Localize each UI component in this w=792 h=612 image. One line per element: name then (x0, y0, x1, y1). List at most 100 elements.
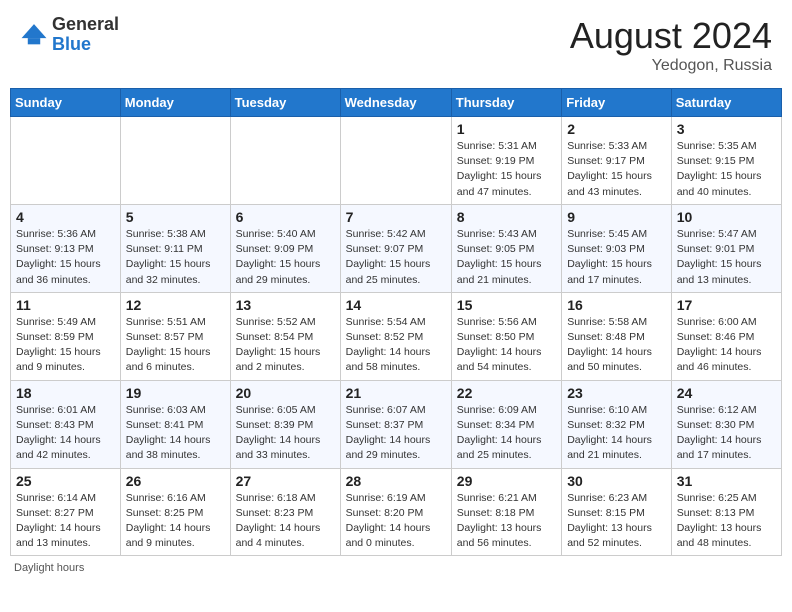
calendar-cell (11, 117, 121, 205)
day-info: Sunrise: 5:43 AMSunset: 9:05 PMDaylight:… (457, 227, 556, 288)
day-info: Sunrise: 6:09 AMSunset: 8:34 PMDaylight:… (457, 403, 556, 464)
day-of-week-header: Wednesday (340, 89, 451, 117)
day-number: 23 (567, 385, 666, 401)
day-number: 16 (567, 297, 666, 313)
day-number: 10 (677, 209, 776, 225)
day-number: 19 (126, 385, 225, 401)
day-of-week-header: Saturday (671, 89, 781, 117)
day-info: Sunrise: 5:38 AMSunset: 9:11 PMDaylight:… (126, 227, 225, 288)
calendar-cell: 30 Sunrise: 6:23 AMSunset: 8:15 PMDayligh… (562, 468, 672, 556)
day-number: 26 (126, 473, 225, 489)
daylight-hours-label: Daylight hours (14, 562, 84, 574)
day-number: 12 (126, 297, 225, 313)
calendar-table: SundayMondayTuesdayWednesdayThursdayFrid… (10, 88, 782, 556)
calendar-cell: 3 Sunrise: 5:35 AMSunset: 9:15 PMDaylight… (671, 117, 781, 205)
calendar-cell: 31 Sunrise: 6:25 AMSunset: 8:13 PMDayligh… (671, 468, 781, 556)
day-info: Sunrise: 5:31 AMSunset: 9:19 PMDaylight:… (457, 139, 556, 200)
calendar-cell: 19 Sunrise: 6:03 AMSunset: 8:41 PMDayligh… (120, 380, 230, 468)
calendar-cell: 14 Sunrise: 5:54 AMSunset: 8:52 PMDayligh… (340, 292, 451, 380)
calendar-cell: 16 Sunrise: 5:58 AMSunset: 8:48 PMDayligh… (562, 292, 672, 380)
day-info: Sunrise: 6:19 AMSunset: 8:20 PMDaylight:… (346, 491, 446, 552)
day-info: Sunrise: 6:14 AMSunset: 8:27 PMDaylight:… (16, 491, 115, 552)
calendar-cell: 20 Sunrise: 6:05 AMSunset: 8:39 PMDayligh… (230, 380, 340, 468)
day-number: 2 (567, 121, 666, 137)
day-info: Sunrise: 6:12 AMSunset: 8:30 PMDaylight:… (677, 403, 776, 464)
day-number: 3 (677, 121, 776, 137)
day-number: 18 (16, 385, 115, 401)
day-number: 14 (346, 297, 446, 313)
day-number: 13 (236, 297, 335, 313)
day-info: Sunrise: 5:36 AMSunset: 9:13 PMDaylight:… (16, 227, 115, 288)
calendar-week-row: 11 Sunrise: 5:49 AMSunset: 8:59 PMDayligh… (11, 292, 782, 380)
calendar-header-row: SundayMondayTuesdayWednesdayThursdayFrid… (11, 89, 782, 117)
logo-blue: Blue (52, 35, 119, 55)
day-number: 22 (457, 385, 556, 401)
calendar-cell: 15 Sunrise: 5:56 AMSunset: 8:50 PMDayligh… (451, 292, 561, 380)
month-year: August 2024 (570, 15, 772, 57)
day-number: 15 (457, 297, 556, 313)
logo-text: General Blue (52, 15, 119, 55)
calendar-cell: 5Sunrise: 5:38 AMSunset: 9:11 PMDaylight… (120, 204, 230, 292)
calendar-cell: 2 Sunrise: 5:33 AMSunset: 9:17 PMDaylight… (562, 117, 672, 205)
day-info: Sunrise: 5:42 AMSunset: 9:07 PMDaylight:… (346, 227, 446, 288)
day-number: 1 (457, 121, 556, 137)
day-info: Sunrise: 5:35 AMSunset: 9:15 PMDaylight:… (677, 139, 776, 200)
day-number: 29 (457, 473, 556, 489)
calendar-cell: 11 Sunrise: 5:49 AMSunset: 8:59 PMDayligh… (11, 292, 121, 380)
title-block: August 2024 Yedogon, Russia (570, 15, 772, 75)
day-number: 6 (236, 209, 335, 225)
day-info: Sunrise: 6:25 AMSunset: 8:13 PMDaylight:… (677, 491, 776, 552)
day-info: Sunrise: 5:45 AMSunset: 9:03 PMDaylight:… (567, 227, 666, 288)
day-number: 31 (677, 473, 776, 489)
day-info: Sunrise: 6:00 AMSunset: 8:46 PMDaylight:… (677, 315, 776, 376)
calendar-cell: 27Sunrise: 6:18 AMSunset: 8:23 PMDayligh… (230, 468, 340, 556)
day-of-week-header: Sunday (11, 89, 121, 117)
day-number: 30 (567, 473, 666, 489)
day-info: Sunrise: 6:21 AMSunset: 8:18 PMDaylight:… (457, 491, 556, 552)
day-info: Sunrise: 6:23 AMSunset: 8:15 PMDaylight:… (567, 491, 666, 552)
day-info: Sunrise: 6:03 AMSunset: 8:41 PMDaylight:… (126, 403, 225, 464)
day-info: Sunrise: 5:47 AMSunset: 9:01 PMDaylight:… (677, 227, 776, 288)
calendar-cell: 29 Sunrise: 6:21 AMSunset: 8:18 PMDayligh… (451, 468, 561, 556)
calendar-cell: 12Sunrise: 5:51 AMSunset: 8:57 PMDayligh… (120, 292, 230, 380)
page-header: General Blue August 2024 Yedogon, Russia (10, 10, 782, 80)
day-info: Sunrise: 5:33 AMSunset: 9:17 PMDaylight:… (567, 139, 666, 200)
calendar-cell: 10 Sunrise: 5:47 AMSunset: 9:01 PMDayligh… (671, 204, 781, 292)
calendar-footer: Daylight hours (10, 562, 782, 574)
calendar-cell: 23 Sunrise: 6:10 AMSunset: 8:32 PMDayligh… (562, 380, 672, 468)
calendar-cell: 4 Sunrise: 5:36 AMSunset: 9:13 PMDaylight… (11, 204, 121, 292)
day-info: Sunrise: 6:16 AMSunset: 8:25 PMDaylight:… (126, 491, 225, 552)
calendar-cell: 7 Sunrise: 5:42 AMSunset: 9:07 PMDaylight… (340, 204, 451, 292)
day-info: Sunrise: 6:10 AMSunset: 8:32 PMDaylight:… (567, 403, 666, 464)
calendar-cell: 17 Sunrise: 6:00 AMSunset: 8:46 PMDayligh… (671, 292, 781, 380)
day-number: 28 (346, 473, 446, 489)
calendar-week-row: 1 Sunrise: 5:31 AMSunset: 9:19 PMDaylight… (11, 117, 782, 205)
day-info: Sunrise: 6:07 AMSunset: 8:37 PMDaylight:… (346, 403, 446, 464)
logo-icon (20, 21, 48, 49)
day-info: Sunrise: 5:40 AMSunset: 9:09 PMDaylight:… (236, 227, 335, 288)
day-info: Sunrise: 5:58 AMSunset: 8:48 PMDaylight:… (567, 315, 666, 376)
calendar-cell (120, 117, 230, 205)
day-info: Sunrise: 5:52 AMSunset: 8:54 PMDaylight:… (236, 315, 335, 376)
day-number: 11 (16, 297, 115, 313)
day-info: Sunrise: 6:05 AMSunset: 8:39 PMDaylight:… (236, 403, 335, 464)
day-info: Sunrise: 5:49 AMSunset: 8:59 PMDaylight:… (16, 315, 115, 376)
day-number: 4 (16, 209, 115, 225)
day-number: 9 (567, 209, 666, 225)
day-number: 21 (346, 385, 446, 401)
day-number: 8 (457, 209, 556, 225)
day-number: 7 (346, 209, 446, 225)
day-number: 17 (677, 297, 776, 313)
day-of-week-header: Friday (562, 89, 672, 117)
day-number: 27 (236, 473, 335, 489)
day-info: Sunrise: 5:54 AMSunset: 8:52 PMDaylight:… (346, 315, 446, 376)
calendar-cell: 25Sunrise: 6:14 AMSunset: 8:27 PMDayligh… (11, 468, 121, 556)
day-info: Sunrise: 5:56 AMSunset: 8:50 PMDaylight:… (457, 315, 556, 376)
logo: General Blue (20, 15, 119, 55)
location: Yedogon, Russia (570, 57, 772, 75)
calendar-cell: 8 Sunrise: 5:43 AMSunset: 9:05 PMDaylight… (451, 204, 561, 292)
day-of-week-header: Monday (120, 89, 230, 117)
calendar-cell: 28 Sunrise: 6:19 AMSunset: 8:20 PMDayligh… (340, 468, 451, 556)
day-number: 20 (236, 385, 335, 401)
calendar-week-row: 18Sunrise: 6:01 AMSunset: 8:43 PMDayligh… (11, 380, 782, 468)
